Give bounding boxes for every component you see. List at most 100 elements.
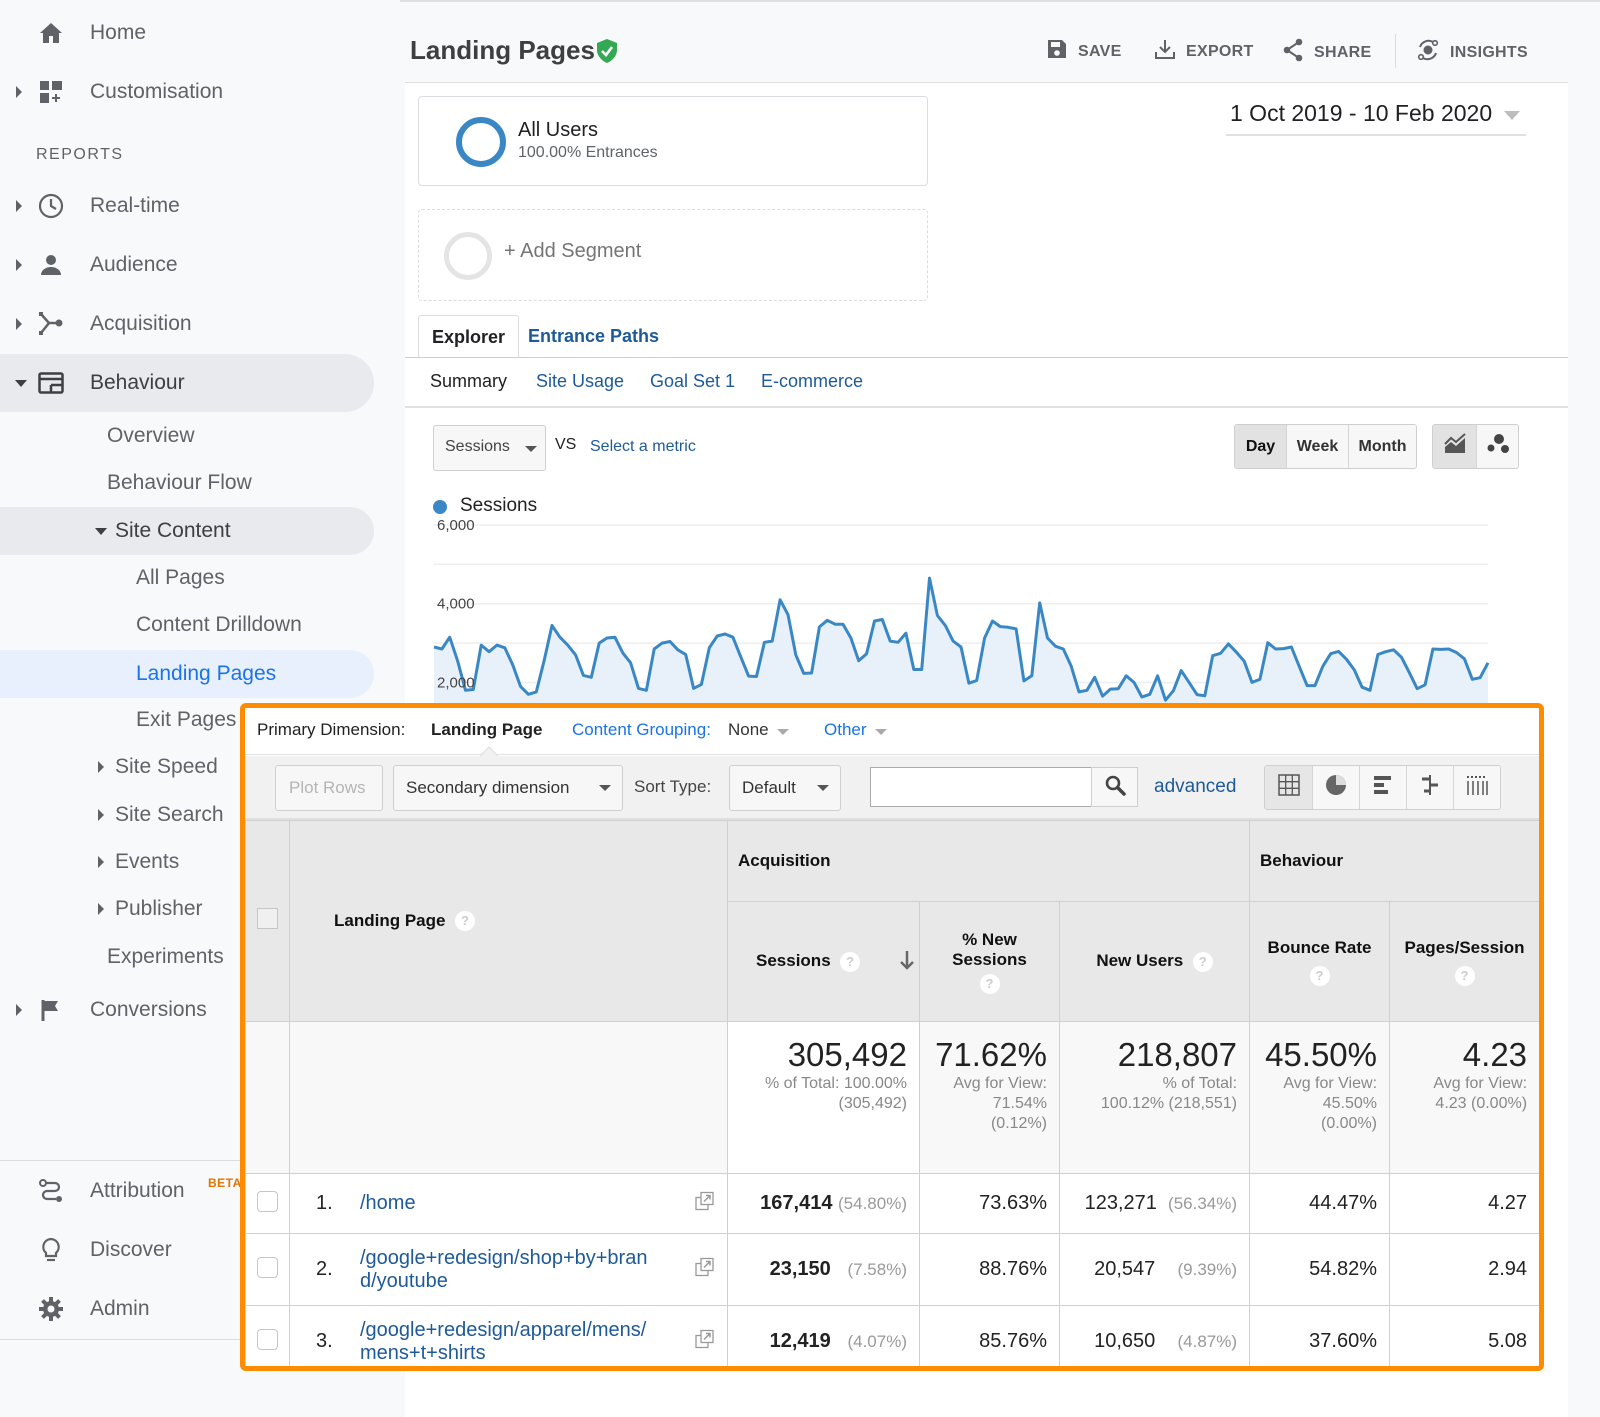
sidebar-item-home[interactable]: Home — [0, 4, 374, 62]
subtab-goal-set-1[interactable]: Goal Set 1 — [650, 371, 735, 392]
content-grouping-label[interactable]: Content Grouping: — [572, 720, 711, 740]
open-external-icon[interactable] — [695, 1191, 715, 1216]
pivot-view-button[interactable] — [1453, 766, 1500, 809]
subtab-summary[interactable]: Summary — [430, 371, 507, 392]
caret-right-icon — [98, 809, 104, 821]
landing-page-link[interactable]: /google+redesign/shop+by+bran d/youtube — [360, 1247, 647, 1293]
metric-select[interactable]: Sessions — [433, 425, 546, 471]
sidebar-item-label: Customisation — [90, 80, 224, 103]
help-icon[interactable]: ? — [1309, 966, 1330, 987]
select-all-checkbox[interactable] — [257, 908, 278, 929]
row-index: 2. — [316, 1258, 333, 1280]
search-button[interactable] — [1091, 767, 1138, 807]
column-header-pct-new-sessions[interactable]: % New Sessions? — [919, 901, 1060, 1022]
row-sessions: 167,414 — [760, 1192, 833, 1214]
help-icon[interactable]: ? — [979, 973, 1000, 994]
row-new-users: 123,271 — [1084, 1192, 1157, 1214]
select-metric-link[interactable]: Select a metric — [590, 438, 696, 456]
help-icon[interactable]: ? — [1454, 966, 1475, 987]
help-icon[interactable]: ? — [1192, 951, 1213, 972]
line-chart-button[interactable] — [1433, 425, 1476, 468]
subtab-site-usage[interactable]: Site Usage — [536, 371, 624, 392]
sidebar-item-realtime[interactable]: Real-time — [0, 177, 374, 235]
content-grouping-value[interactable]: None — [728, 720, 769, 740]
sidebar-item-behaviour-flow[interactable]: Behaviour Flow — [0, 454, 374, 512]
row-checkbox[interactable] — [257, 1328, 278, 1350]
toolbar-divider — [1395, 34, 1396, 68]
column-header-new-users[interactable]: New Users ? — [1058, 901, 1251, 1022]
flag-icon — [38, 997, 64, 1023]
lightbulb-icon — [38, 1237, 64, 1263]
column-header-landing-page[interactable]: Landing Page ? — [289, 820, 728, 1022]
insights-button[interactable]: INSIGHTS — [1416, 38, 1528, 67]
sort-type-select[interactable]: Default — [729, 765, 841, 811]
save-button[interactable]: SAVE — [1046, 38, 1122, 65]
tab-explorer[interactable]: Explorer — [418, 315, 520, 358]
sidebar-item-label: Acquisition — [90, 312, 192, 335]
table-view-toggle — [1264, 765, 1501, 810]
chevron-down-icon[interactable] — [777, 729, 789, 735]
gear-icon — [38, 1296, 64, 1322]
bubbles-icon — [1486, 433, 1510, 460]
plot-rows-button[interactable]: Plot Rows — [275, 765, 383, 811]
chevron-down-icon[interactable] — [1504, 111, 1520, 120]
sidebar-item-behaviour[interactable]: Behaviour — [0, 354, 374, 412]
table-search-input[interactable] — [870, 767, 1092, 807]
legend-label-sessions: Sessions — [460, 495, 538, 516]
landing-page-link[interactable]: /google+redesign/apparel/mens/mens+t+shi… — [360, 1319, 646, 1365]
open-external-icon[interactable] — [695, 1257, 715, 1282]
column-header-pages-session[interactable]: Pages/Session? — [1389, 901, 1539, 1022]
primary-dimension-landing-page[interactable]: Landing Page — [431, 720, 542, 740]
row-checkbox[interactable] — [257, 1190, 278, 1212]
column-header-bounce-rate[interactable]: Bounce Rate? — [1249, 901, 1391, 1022]
vs-label: VS — [555, 436, 577, 453]
share-button[interactable]: SHARE — [1282, 38, 1372, 67]
help-icon[interactable]: ? — [454, 911, 475, 932]
column-header-sessions[interactable]: Sessions ? — [727, 901, 920, 1022]
row-pct-new-sessions: 73.63% — [919, 1173, 1060, 1234]
segment-all-users[interactable]: All Users 100.00% Entrances — [418, 96, 928, 186]
day-button[interactable]: Day — [1235, 425, 1286, 468]
segment-subtitle: 100.00% Entrances — [518, 144, 658, 161]
row-index: 3. — [316, 1330, 333, 1352]
month-button[interactable]: Month — [1348, 425, 1416, 468]
verified-shield-icon — [596, 38, 618, 69]
download-icon — [1154, 38, 1176, 65]
help-icon[interactable]: ? — [840, 951, 861, 972]
data-view-button[interactable] — [1265, 766, 1312, 809]
export-button[interactable]: EXPORT — [1154, 38, 1254, 65]
caret-down-icon — [15, 379, 27, 387]
week-button[interactable]: Week — [1286, 425, 1348, 468]
secondary-dimension-select[interactable]: Secondary dimension — [393, 765, 623, 811]
sort-descending-icon[interactable] — [899, 950, 915, 975]
subtab-ecommerce[interactable]: E-commerce — [761, 371, 863, 392]
caret-right-icon — [16, 318, 22, 330]
tab-entrance-paths[interactable]: Entrance Paths — [515, 315, 672, 358]
sidebar-item-label: Overview — [107, 424, 195, 447]
sidebar-item-site-content[interactable]: Site Content — [0, 507, 374, 555]
sidebar-item-customisation[interactable]: Customisation — [0, 63, 374, 121]
chevron-down-icon[interactable] — [875, 729, 887, 735]
home-icon — [38, 20, 64, 46]
comparison-view-button[interactable] — [1406, 766, 1453, 809]
other-dimension-link[interactable]: Other — [824, 720, 867, 740]
date-range-picker[interactable]: 1 Oct 2019 - 10 Feb 2020 — [1230, 100, 1492, 127]
sidebar-item-acquisition[interactable]: Acquisition — [0, 295, 374, 353]
open-external-icon[interactable] — [695, 1329, 715, 1354]
sidebar-item-label: Landing Pages — [136, 662, 277, 685]
add-segment-button[interactable]: + Add Segment — [418, 209, 928, 301]
motion-chart-button[interactable] — [1476, 425, 1518, 468]
search-icon — [1104, 774, 1126, 801]
total-pct-new-sessions: 71.62% — [935, 1036, 1047, 1073]
reports-section-label: REPORTS — [36, 146, 124, 163]
table-row: 3. /google+redesign/apparel/mens/mens+t+s… — [245, 1305, 1539, 1366]
performance-view-button[interactable] — [1359, 766, 1406, 809]
sidebar-item-content-drilldown[interactable]: Content Drilldown — [0, 596, 374, 654]
row-checkbox[interactable] — [257, 1256, 278, 1278]
sidebar-item-audience[interactable]: Audience — [0, 236, 374, 294]
sidebar-item-label: Content Drilldown — [136, 613, 302, 636]
landing-page-link[interactable]: /home — [360, 1192, 416, 1215]
advanced-filter-link[interactable]: advanced — [1154, 776, 1236, 798]
percentage-view-button[interactable] — [1312, 766, 1359, 809]
tabs-divider — [405, 357, 1568, 358]
